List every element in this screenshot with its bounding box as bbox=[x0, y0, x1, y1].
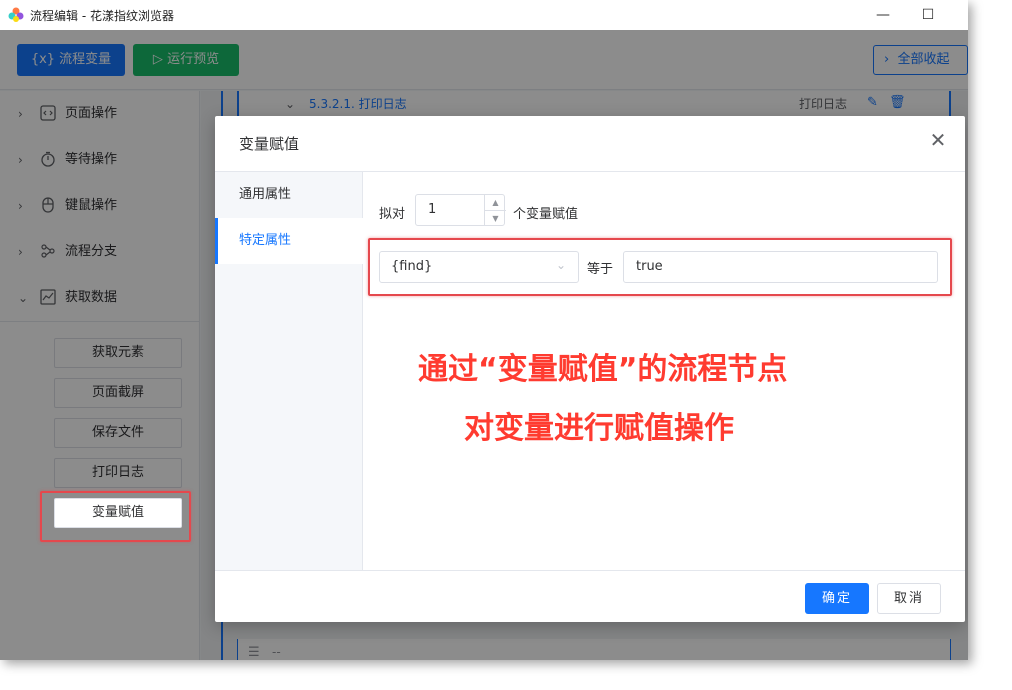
window-title: 流程编辑 - 花漾指纹浏览器 bbox=[30, 9, 174, 23]
variable-count-value[interactable]: 1 bbox=[428, 202, 436, 217]
chevron-down-icon[interactable]: ▼ bbox=[485, 210, 506, 225]
annotation-line-1: 通过“变量赋值”的流程节点 bbox=[418, 352, 788, 387]
dialog-tabs: 通用属性 特定属性 bbox=[215, 172, 363, 570]
title-bar: 流程编辑 - 花漾指纹浏览器 — ☐ bbox=[0, 0, 968, 30]
confirm-button[interactable]: 确定 bbox=[805, 583, 869, 614]
stepper-controls: ▲ ▼ bbox=[484, 195, 506, 225]
dialog-title: 变量赋值 bbox=[239, 135, 300, 153]
assign-variable-dialog: 变量赋值 ✕ 通用属性 特定属性 拟对 1 ▲ ▼ 个变量赋值 {find} ⌄… bbox=[215, 116, 965, 622]
annotation-line-2: 对变量进行赋值操作 bbox=[464, 411, 734, 446]
chevron-up-icon[interactable]: ▲ bbox=[485, 195, 506, 210]
tab-specific[interactable]: 特定属性 bbox=[215, 218, 363, 264]
count-prefix-label: 拟对 bbox=[379, 207, 406, 222]
cancel-button[interactable]: 取消 bbox=[877, 583, 941, 614]
highlight-box-assignment bbox=[368, 238, 952, 296]
maximize-button[interactable]: ☐ bbox=[918, 5, 938, 25]
close-icon[interactable]: ✕ bbox=[928, 130, 948, 150]
tab-general[interactable]: 通用属性 bbox=[215, 172, 363, 218]
minimize-button[interactable]: — bbox=[873, 5, 893, 25]
app-window: 流程编辑 - 花漾指纹浏览器 — ☐ {x} 流程变量 ▷ 运行预览 › 全部收… bbox=[0, 0, 968, 660]
highlight-box-node bbox=[40, 491, 191, 542]
variable-count-stepper[interactable]: 1 ▲ ▼ bbox=[415, 194, 506, 226]
count-suffix-label: 个变量赋值 bbox=[513, 207, 579, 222]
divider bbox=[215, 570, 965, 571]
app-logo-icon bbox=[8, 7, 24, 22]
